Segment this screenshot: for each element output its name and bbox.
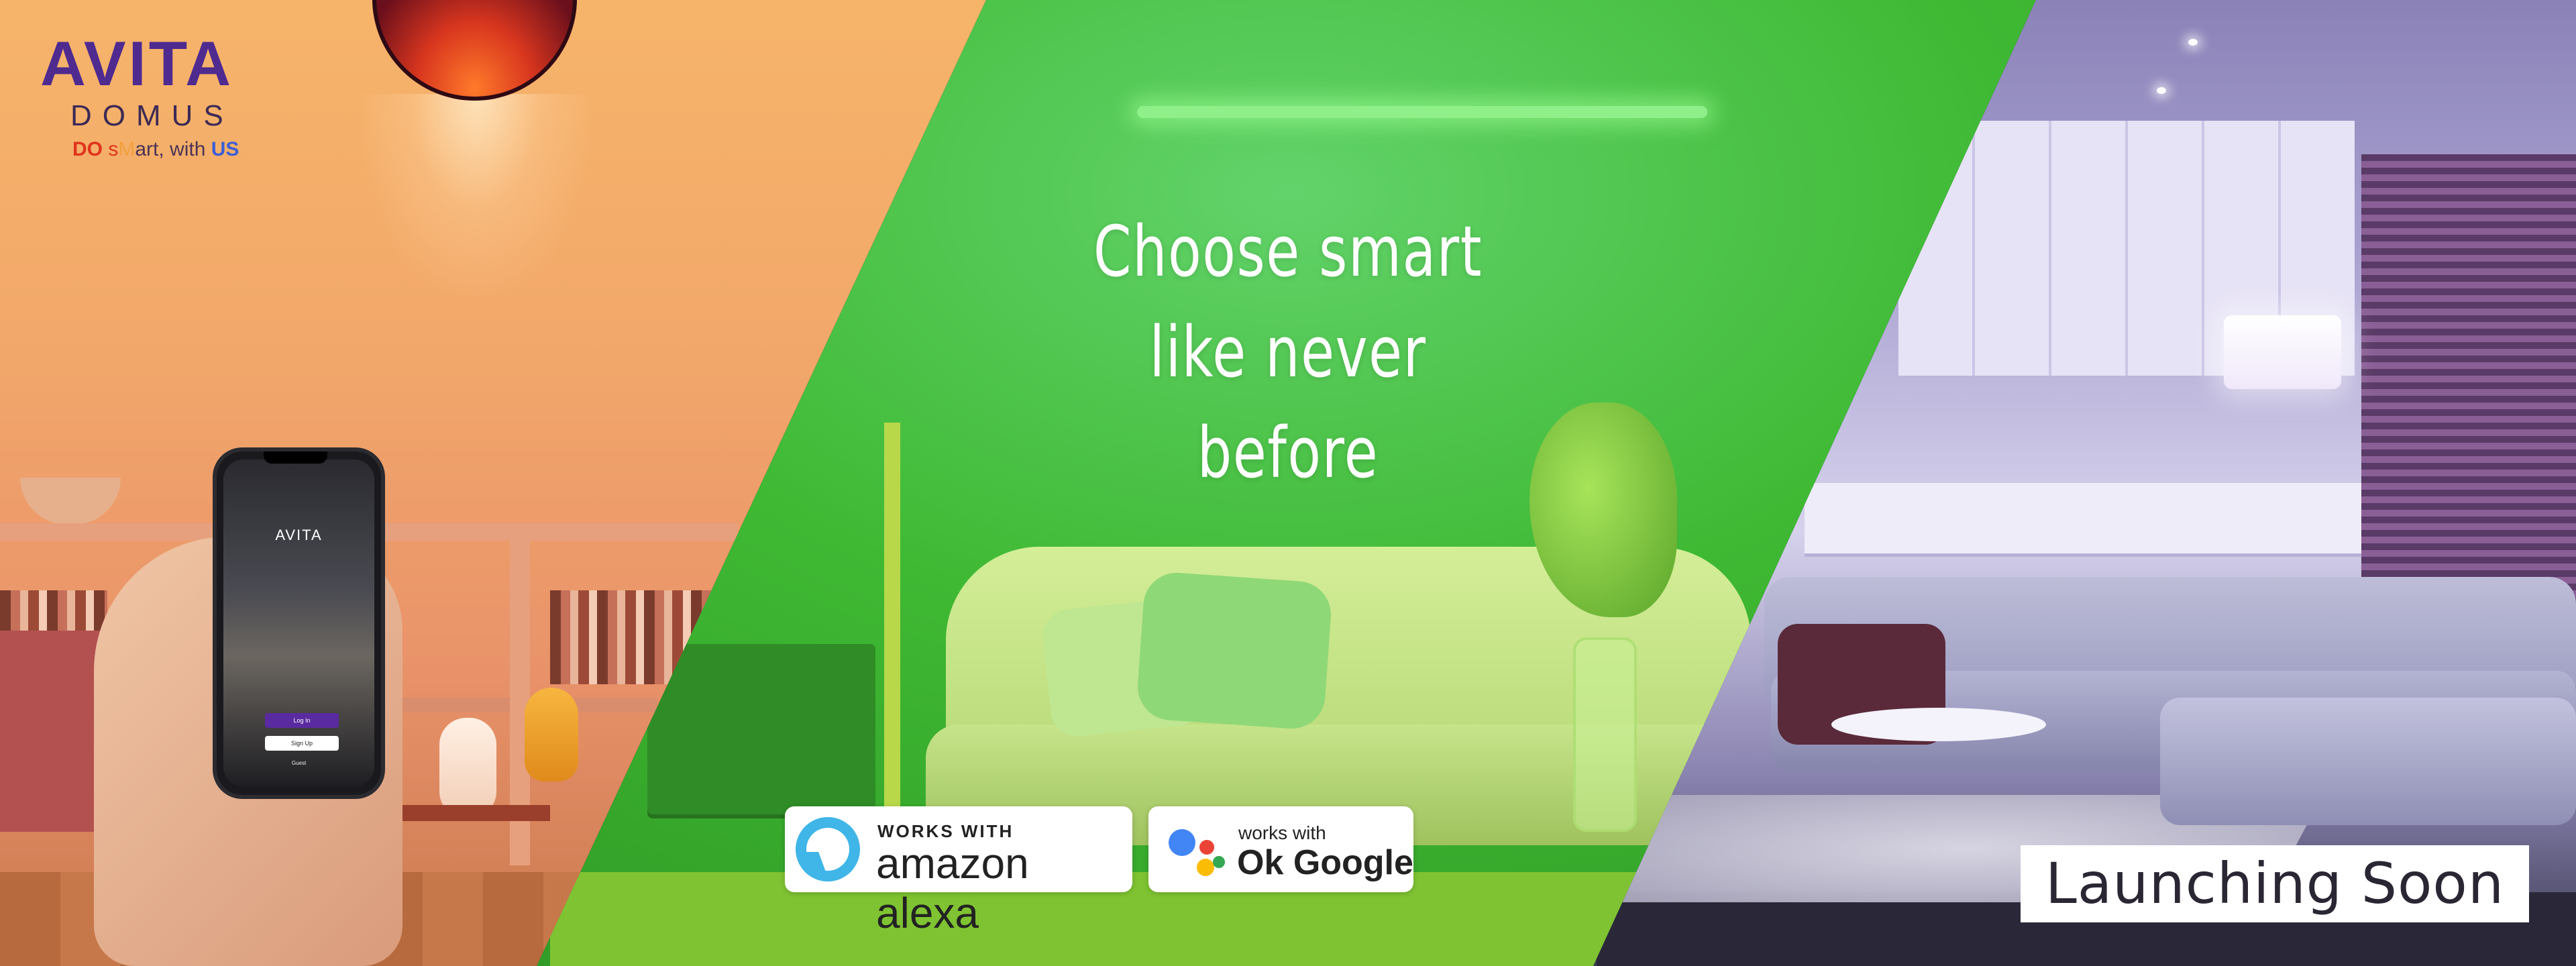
brand-tagline: DO sMart, with US (72, 138, 282, 161)
yellow-vase (525, 688, 578, 782)
google-dot-yellow (1197, 859, 1214, 876)
tagline-us: US (211, 138, 239, 160)
ceiling-light (2157, 87, 2166, 94)
lamp-glow (362, 94, 590, 295)
headline-line-2: like never before (1149, 311, 1427, 494)
hero-banner: AVITA Log In Sign Up Guest AVITA DOMUS D… (0, 0, 2576, 966)
green-side-table (647, 644, 875, 818)
brand-name: AVITA (40, 28, 234, 99)
works-with-alexa-badge[interactable]: WORKS WITH amazon alexa (785, 806, 1132, 937)
brand-logo: AVITA DOMUS DO sMart, with US (40, 32, 282, 161)
glass-vase (1573, 637, 1637, 832)
phone-notch (264, 451, 327, 464)
google-dot-green (1213, 856, 1225, 868)
tagline-middle: art, with (135, 138, 211, 160)
phone-screen: AVITA Log In Sign Up Guest (223, 460, 374, 787)
tagline-s: s (108, 138, 119, 160)
ceiling-light (2188, 39, 2198, 46)
bowl (20, 478, 121, 525)
brand-sub: DOMUS (70, 99, 282, 133)
phone-app-logo: AVITA (275, 527, 323, 543)
alexa-ring-icon (796, 817, 860, 881)
google-dot-red (1199, 840, 1214, 855)
phone-guest-link[interactable]: Guest (223, 760, 374, 766)
floor-lamp (2224, 315, 2341, 389)
google-works-with: works with (1238, 822, 1326, 843)
pillow (1135, 570, 1334, 731)
pendant-lamp (372, 0, 577, 101)
coffee-table (1831, 708, 2046, 741)
tagline-do: DO (72, 138, 103, 160)
brand-sub-text: DOMUS (70, 99, 234, 132)
white-vase (439, 718, 496, 818)
phone-login-button[interactable]: Log In (265, 713, 339, 728)
neon-light-bar (1137, 106, 1707, 118)
alexa-name: amazon alexa (876, 839, 1029, 937)
headline: Choose smart like never before (1058, 201, 1518, 503)
works-with-google-badge[interactable]: works with Ok Google (1148, 806, 1413, 892)
kitchen-counter (1805, 483, 2375, 557)
smartphone: AVITA Log In Sign Up Guest (217, 451, 381, 795)
launching-soon-label: Launching Soon (2021, 845, 2529, 922)
headline-line-1: Choose smart (1093, 211, 1483, 292)
google-name: Ok Google (1237, 843, 1413, 882)
sectional-chaise (2160, 698, 2576, 825)
phone-signup-button[interactable]: Sign Up (265, 736, 339, 751)
google-assistant-dots-icon (1169, 829, 1195, 856)
tagline-m: M (118, 138, 136, 160)
